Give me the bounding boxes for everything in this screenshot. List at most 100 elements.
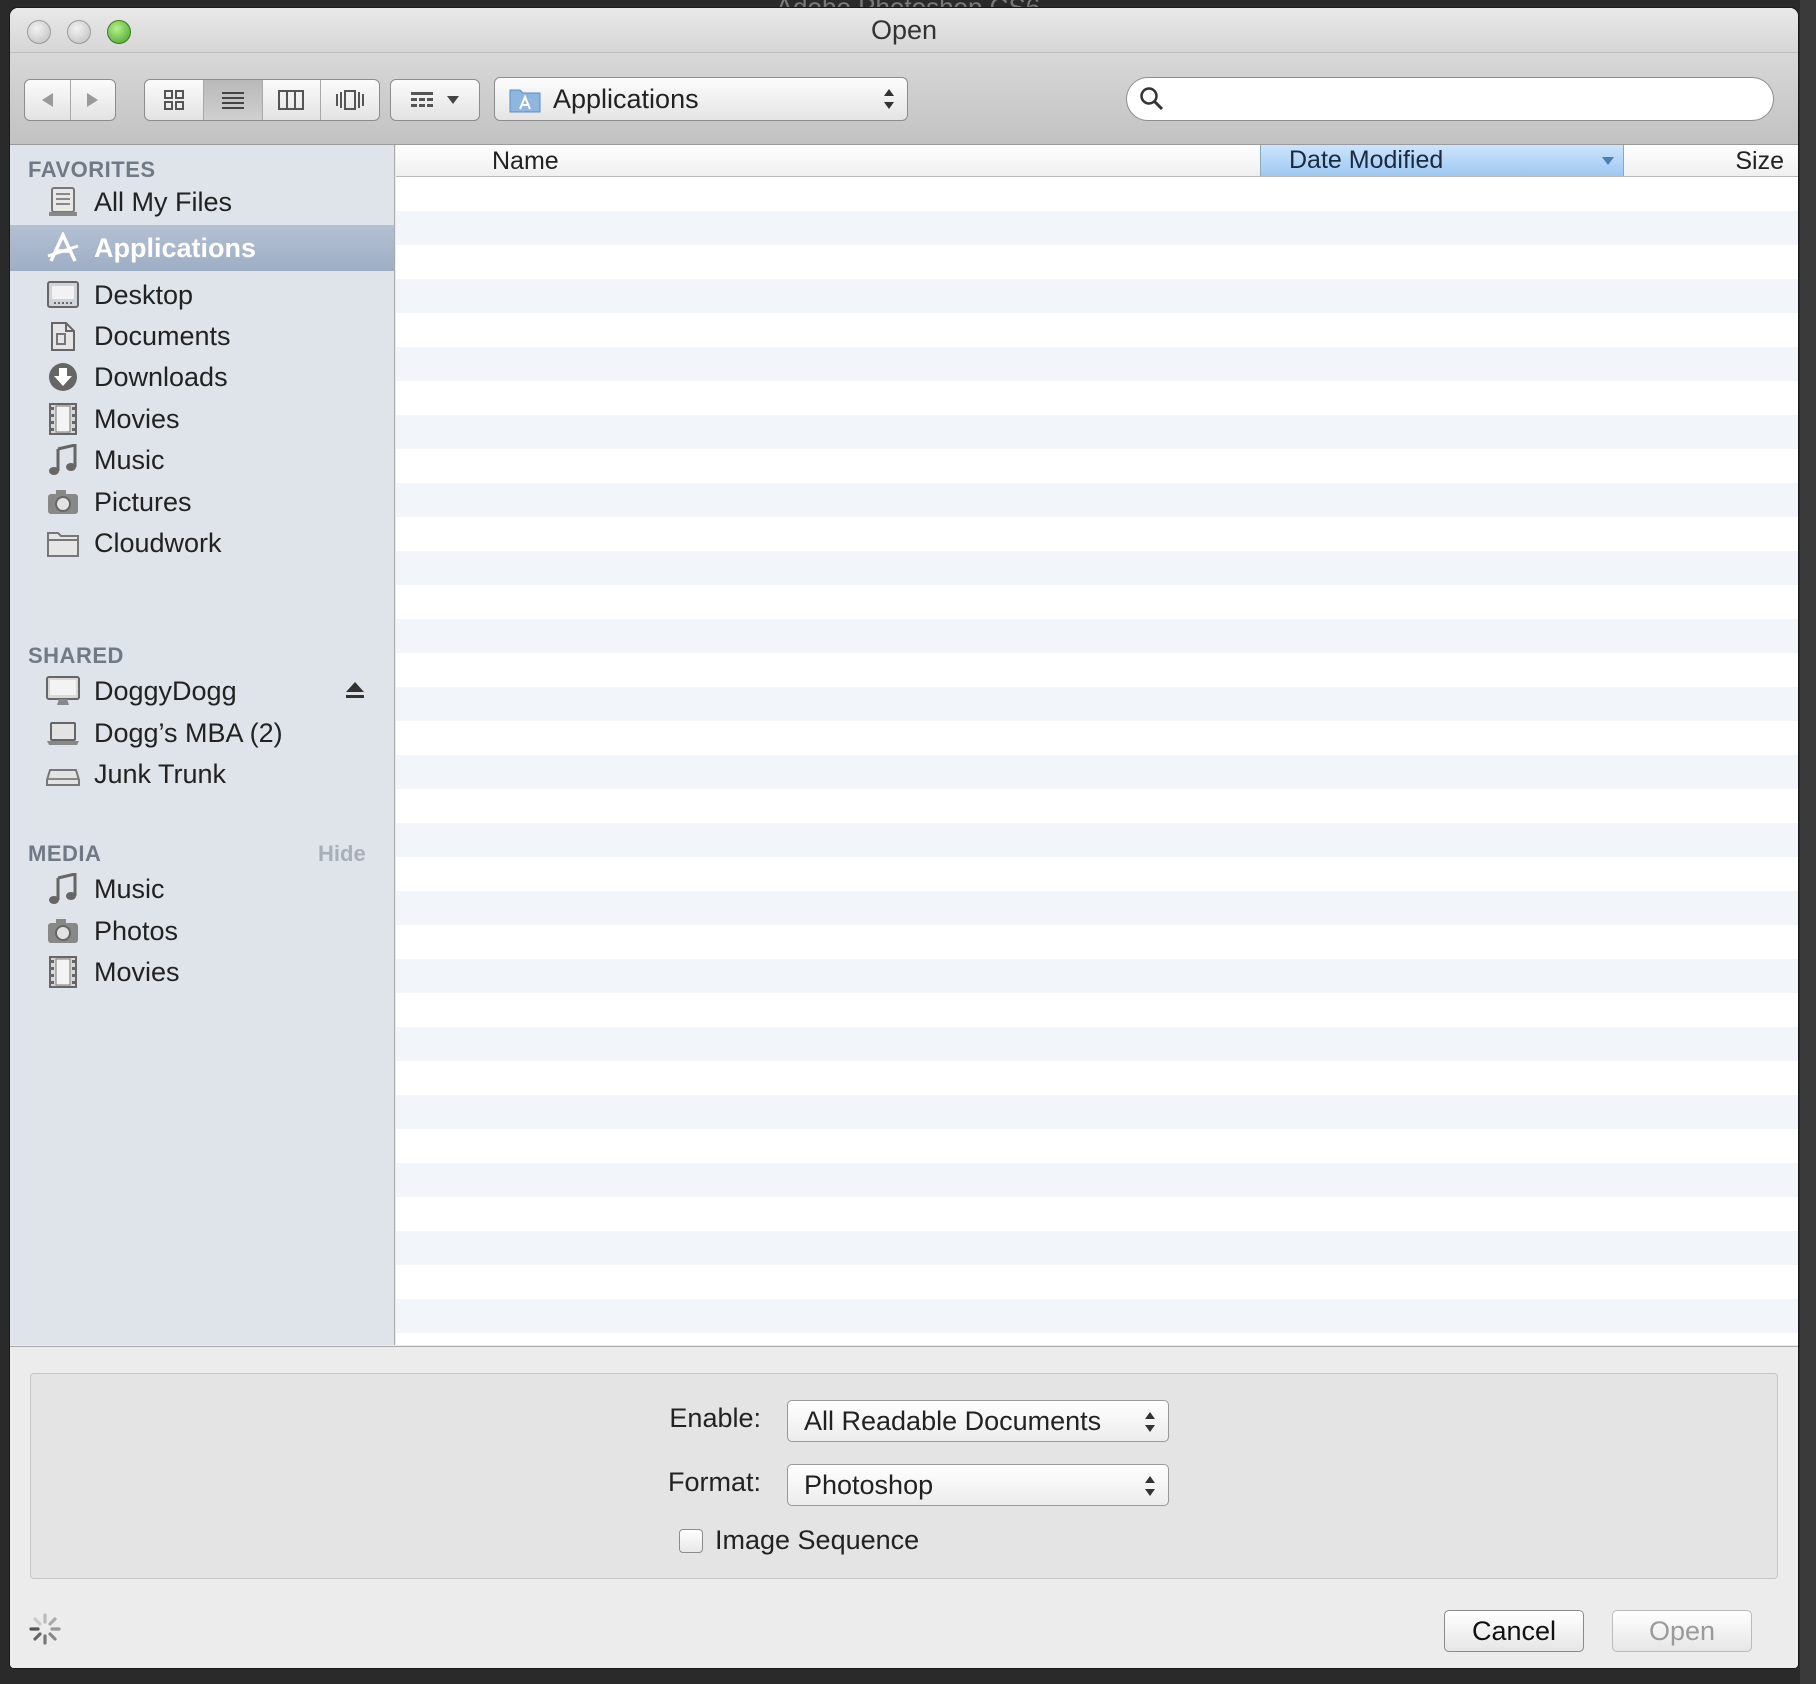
forward-button[interactable] [71,80,116,120]
search-input[interactable] [1175,84,1759,116]
empty-list-row [396,653,1798,687]
empty-list-row [396,551,1798,585]
sidebar-item-media-music[interactable]: Music [10,866,394,912]
movies-icon [49,956,77,988]
sidebar-item-music[interactable]: Music [10,437,394,483]
empty-list-row [396,619,1798,653]
sidebar-item-desktop[interactable]: Desktop [10,272,394,318]
sidebar-item-pictures[interactable]: Pictures [10,479,394,525]
media-hide-link[interactable]: Hide [318,841,366,867]
arrange-button[interactable] [390,79,480,121]
enable-popup[interactable]: All Readable Documents [787,1400,1169,1442]
sidebar-item-label: Movies [94,957,180,987]
search-icon [1140,87,1164,111]
empty-list-row [396,857,1798,891]
sidebar-item-label: Desktop [94,280,194,310]
media-header: MEDIA [28,841,102,866]
image-sequence-checkbox[interactable] [679,1529,703,1553]
empty-list-row [396,211,1798,245]
up-down-arrows-icon [1145,1412,1155,1432]
all-files-icon [49,187,77,216]
format-value: Photoshop [804,1470,934,1500]
empty-list-row [396,1095,1798,1129]
empty-list-row [396,1299,1798,1333]
sidebar-item-doggs-mba[interactable]: Dogg’s MBA (2) [10,710,394,756]
applications-folder-icon [509,89,541,113]
drive-icon [46,769,80,786]
back-button[interactable] [25,80,71,120]
cover-flow-view-button[interactable] [321,80,379,120]
cancel-button[interactable]: Cancel [1444,1610,1584,1652]
file-list[interactable]: Name Date Modified Size [396,145,1798,1345]
pictures-icon [48,490,78,514]
icon-view-icon [163,90,184,110]
icon-view-button[interactable] [145,80,204,120]
sidebar-item-media-movies[interactable]: Movies [10,949,394,995]
sidebar-item-label: Downloads [94,362,228,392]
toolbar: Applications [10,53,1798,145]
eject-icon[interactable] [344,680,366,700]
sidebar-item-label: Photos [94,916,179,946]
sidebar-item-documents[interactable]: Documents [10,313,394,359]
chevron-down-icon [447,96,459,104]
empty-list-row [396,381,1798,415]
empty-list-row [396,483,1798,517]
search-field[interactable] [1126,77,1774,121]
sidebar-item-cloudwork[interactable]: Cloudwork [10,520,394,566]
format-popup[interactable]: Photoshop [787,1464,1169,1506]
sidebar-item-label: Pictures [94,487,192,517]
sidebar-item-label: Applications [94,233,257,263]
image-sequence-label[interactable]: Image Sequence [715,1522,919,1558]
sidebar-item-label: Junk Trunk [94,759,227,789]
sidebar-item-doggydogg[interactable]: DoggyDogg [10,668,394,714]
column-header-size[interactable]: Size [1735,145,1784,177]
enable-label: Enable: [669,1403,761,1433]
empty-list-row [396,1197,1798,1231]
column-header-date-modified[interactable]: Date Modified [1260,145,1624,176]
sidebar-item-label: Cloudwork [94,528,222,558]
column-view-button[interactable] [263,80,322,120]
location-popup[interactable]: Applications [494,77,908,121]
downloads-icon [49,363,77,391]
forward-arrow-icon [86,93,98,107]
window-title: Open [870,15,938,45]
sort-descending-icon [1602,157,1614,165]
empty-list-row [396,585,1798,619]
folder-icon [47,532,79,557]
open-button[interactable]: Open [1612,1610,1752,1652]
applications-icon [47,232,79,262]
list-view-icon [221,92,244,109]
up-down-arrows-icon [1145,1476,1155,1496]
empty-list-row [396,1129,1798,1163]
column-header-row: Name Date Modified Size [396,145,1798,177]
options-box: Enable: All Readable Documents Format: P… [30,1373,1778,1579]
arrange-button-content [391,80,479,120]
music-icon [49,873,77,904]
empty-list-row [396,789,1798,823]
title-bar: Open [10,8,1798,53]
cover-flow-icon [336,90,365,110]
sidebar-item-applications[interactable]: Applications [10,225,394,271]
sidebar-item-downloads[interactable]: Downloads [10,354,394,400]
desktop-icon [47,281,79,308]
arrange-grid-icon [411,92,433,107]
sidebar-item-label: Dogg’s MBA (2) [94,718,283,748]
music-icon [49,444,77,475]
empty-list-row [396,993,1798,1027]
sidebar-item-movies[interactable]: Movies [10,396,394,442]
sidebar-item-label: All My Files [94,187,233,217]
sidebar-item-all-my-files[interactable]: All My Files [10,179,394,225]
empty-list-row [396,177,1798,211]
column-view-icon [278,90,305,110]
bottom-panel: Enable: All Readable Documents Format: P… [10,1346,1798,1668]
list-view-button[interactable] [203,80,263,120]
empty-list-row [396,245,1798,279]
column-header-name[interactable]: Name [492,145,559,177]
empty-list-row [396,687,1798,721]
empty-list-row [396,279,1798,313]
sidebar-item-label: Music [94,874,165,904]
documents-icon [51,322,75,351]
sidebar-item-media-photos[interactable]: Photos [10,908,394,954]
sidebar-item-junk-trunk[interactable]: Junk Trunk [10,751,394,797]
format-label: Format: [667,1467,761,1497]
